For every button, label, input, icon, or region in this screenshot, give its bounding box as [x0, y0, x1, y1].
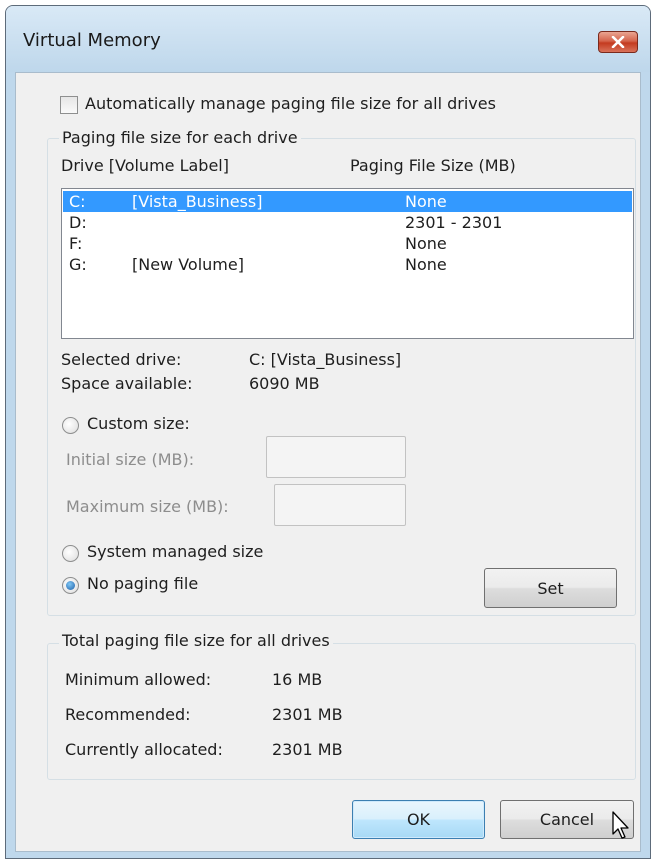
- dialog-client-area: Automatically manage paging file size fo…: [15, 72, 641, 852]
- drive-row-c[interactable]: C: [Vista_Business] None: [63, 191, 632, 212]
- close-x-icon: [611, 36, 625, 48]
- drive-row-f[interactable]: F: None: [63, 233, 632, 254]
- initial-size-label: Initial size (MB):: [66, 450, 195, 469]
- set-button[interactable]: Set: [484, 568, 617, 608]
- minimum-allowed-value: 16 MB: [272, 670, 323, 689]
- column-header-size: Paging File Size (MB): [350, 156, 516, 175]
- space-available-value: 6090 MB: [249, 374, 320, 393]
- drive-row-d[interactable]: D: 2301 - 2301: [63, 212, 632, 233]
- drive-paging-size: 2301 - 2301: [405, 213, 503, 232]
- window-title: Virtual Memory: [23, 30, 161, 51]
- initial-size-input[interactable]: [266, 436, 406, 478]
- drive-letter: F:: [69, 234, 83, 253]
- recommended-label: Recommended:: [65, 705, 191, 724]
- system-managed-label[interactable]: System managed size: [87, 542, 263, 561]
- space-available-label: Space available:: [61, 374, 193, 393]
- virtual-memory-dialog: Virtual Memory Automatically manage pagi…: [5, 5, 651, 859]
- selected-drive-label: Selected drive:: [61, 350, 182, 369]
- selected-drive-value: C: [Vista_Business]: [249, 350, 402, 369]
- close-button[interactable]: [598, 31, 638, 53]
- maximum-size-input[interactable]: [274, 484, 406, 526]
- drive-volume-label: [Vista_Business]: [132, 192, 263, 211]
- drive-row-g[interactable]: G: [New Volume] None: [63, 254, 632, 275]
- total-group-caption: Total paging file size for all drives: [59, 631, 333, 650]
- system-managed-radio[interactable]: [62, 545, 79, 562]
- drive-paging-size: None: [405, 234, 447, 253]
- auto-manage-checkbox[interactable]: [60, 96, 78, 114]
- column-header-drive: Drive [Volume Label]: [61, 156, 229, 175]
- ok-button[interactable]: OK: [352, 800, 485, 839]
- drive-letter: G:: [69, 255, 87, 274]
- paging-group-caption: Paging file size for each drive: [59, 128, 301, 147]
- maximum-size-label: Maximum size (MB):: [66, 497, 229, 516]
- custom-size-label[interactable]: Custom size:: [87, 414, 190, 433]
- drive-list[interactable]: C: [Vista_Business] None D: 2301 - 2301 …: [61, 188, 634, 339]
- drive-paging-size: None: [405, 255, 447, 274]
- currently-allocated-value: 2301 MB: [272, 740, 343, 759]
- no-paging-radio[interactable]: [62, 577, 79, 594]
- minimum-allowed-label: Minimum allowed:: [65, 670, 212, 689]
- custom-size-radio[interactable]: [62, 417, 79, 434]
- radio-selected-dot: [66, 581, 75, 590]
- auto-manage-label[interactable]: Automatically manage paging file size fo…: [85, 94, 496, 113]
- recommended-value: 2301 MB: [272, 705, 343, 724]
- no-paging-label[interactable]: No paging file: [87, 574, 198, 593]
- mouse-pointer-icon: [612, 811, 629, 839]
- currently-allocated-label: Currently allocated:: [65, 740, 223, 759]
- drive-letter: C:: [69, 192, 86, 211]
- drive-volume-label: [New Volume]: [132, 255, 244, 274]
- title-bar[interactable]: Virtual Memory: [6, 6, 650, 72]
- drive-letter: D:: [69, 213, 87, 232]
- drive-paging-size: None: [405, 192, 447, 211]
